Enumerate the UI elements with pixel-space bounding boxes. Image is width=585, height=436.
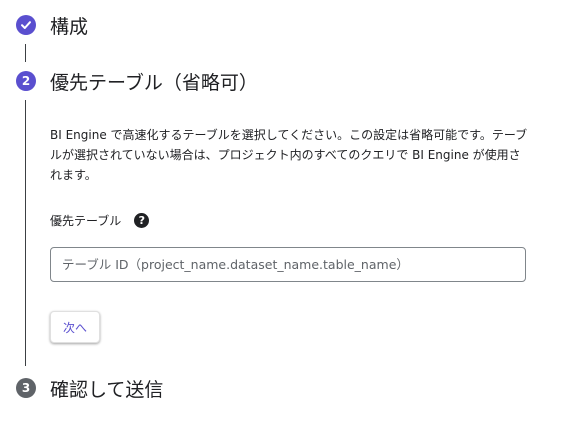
step-2-title[interactable]: 優先テーブル（省略可） bbox=[50, 68, 258, 95]
table-id-input[interactable] bbox=[50, 247, 526, 282]
step-connector bbox=[25, 100, 26, 366]
stepper: 構成 2 優先テーブル（省略可） BI Engine で高速化するテーブルを選択… bbox=[0, 0, 585, 436]
step-1-check-icon bbox=[16, 15, 36, 35]
help-icon[interactable]: ? bbox=[134, 213, 150, 228]
next-button[interactable]: 次へ bbox=[50, 311, 100, 343]
step-2-number-icon: 2 bbox=[16, 71, 36, 91]
step-connector bbox=[25, 44, 26, 62]
preferred-table-label-row: 優先テーブル ? bbox=[50, 212, 150, 229]
step-3-number-icon: 3 bbox=[16, 378, 36, 398]
check-icon bbox=[21, 21, 31, 29]
step-2-description: BI Engine で高速化するテーブルを選択してください。この設定は省略可能で… bbox=[50, 128, 528, 182]
preferred-table-label: 優先テーブル bbox=[50, 214, 122, 228]
step-1-title[interactable]: 構成 bbox=[50, 12, 88, 39]
step-3-title[interactable]: 確認して送信 bbox=[50, 375, 163, 402]
